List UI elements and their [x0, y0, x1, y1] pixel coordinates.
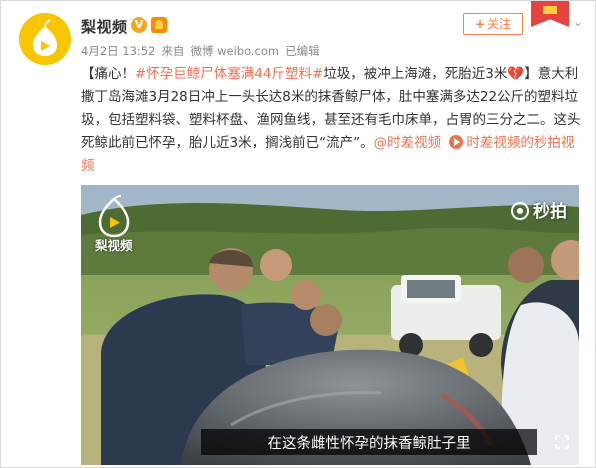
- pear-watermark-icon: [98, 195, 130, 238]
- ribbon-flag-icon: [531, 1, 569, 27]
- chevron-down-icon[interactable]: ⌄: [573, 15, 583, 29]
- post-date[interactable]: 4月2日 13:52: [81, 44, 155, 58]
- video-watermark-label: 梨视频: [95, 238, 133, 253]
- fullscreen-icon[interactable]: [555, 435, 569, 449]
- source-prefix: 来自: [161, 44, 185, 58]
- camera-icon: [511, 202, 529, 220]
- post-source[interactable]: 微博 weibo.com: [190, 44, 279, 58]
- post-meta: 4月2日 13:52 来自 微博 weibo.com 已编辑: [81, 43, 326, 59]
- post-text-part1: 垃圾，被冲上海滩，死胎近3米: [323, 66, 508, 82]
- verified-badge-icon: V: [131, 17, 147, 33]
- plus-icon: +: [474, 17, 486, 31]
- post-text-open: 【痛心！: [81, 66, 135, 82]
- edited-label[interactable]: 已编辑: [285, 44, 320, 58]
- follow-button[interactable]: + 关注: [463, 13, 523, 35]
- video-subtitle: 在这条雌性怀孕的抹香鲸肚子里: [267, 436, 471, 452]
- pear-logo-icon: [19, 13, 71, 65]
- miaopai-label: 秒拍: [533, 202, 567, 222]
- miaopai-watermark: 秒拍: [511, 197, 567, 222]
- hashtag-link[interactable]: #怀孕巨鲸尸体塞满44斤塑料#: [135, 66, 323, 82]
- mention-link[interactable]: @时差视频: [374, 135, 442, 151]
- play-link-icon: [449, 135, 464, 149]
- avatar[interactable]: [19, 13, 71, 65]
- video-frame-image: [81, 185, 579, 465]
- vip-medal-icon: [151, 17, 167, 33]
- username[interactable]: 梨视频: [81, 16, 128, 37]
- broken-heart-icon: 💔: [507, 66, 525, 82]
- post-text: 【痛心！#怀孕巨鲸尸体塞满44斤塑料#垃圾，被冲上海滩，死胎近3米💔】意大利撒丁…: [81, 63, 581, 178]
- video-player[interactable]: 梨视频 秒拍 在这条雌性怀孕的抹香鲸肚子里: [81, 185, 579, 465]
- follow-label: 关注: [487, 17, 512, 31]
- weibo-post-card: 梨视频 V 4月2日 13:52 来自 微博 weibo.com 已编辑 + 关注 ⌄ …: [0, 0, 596, 468]
